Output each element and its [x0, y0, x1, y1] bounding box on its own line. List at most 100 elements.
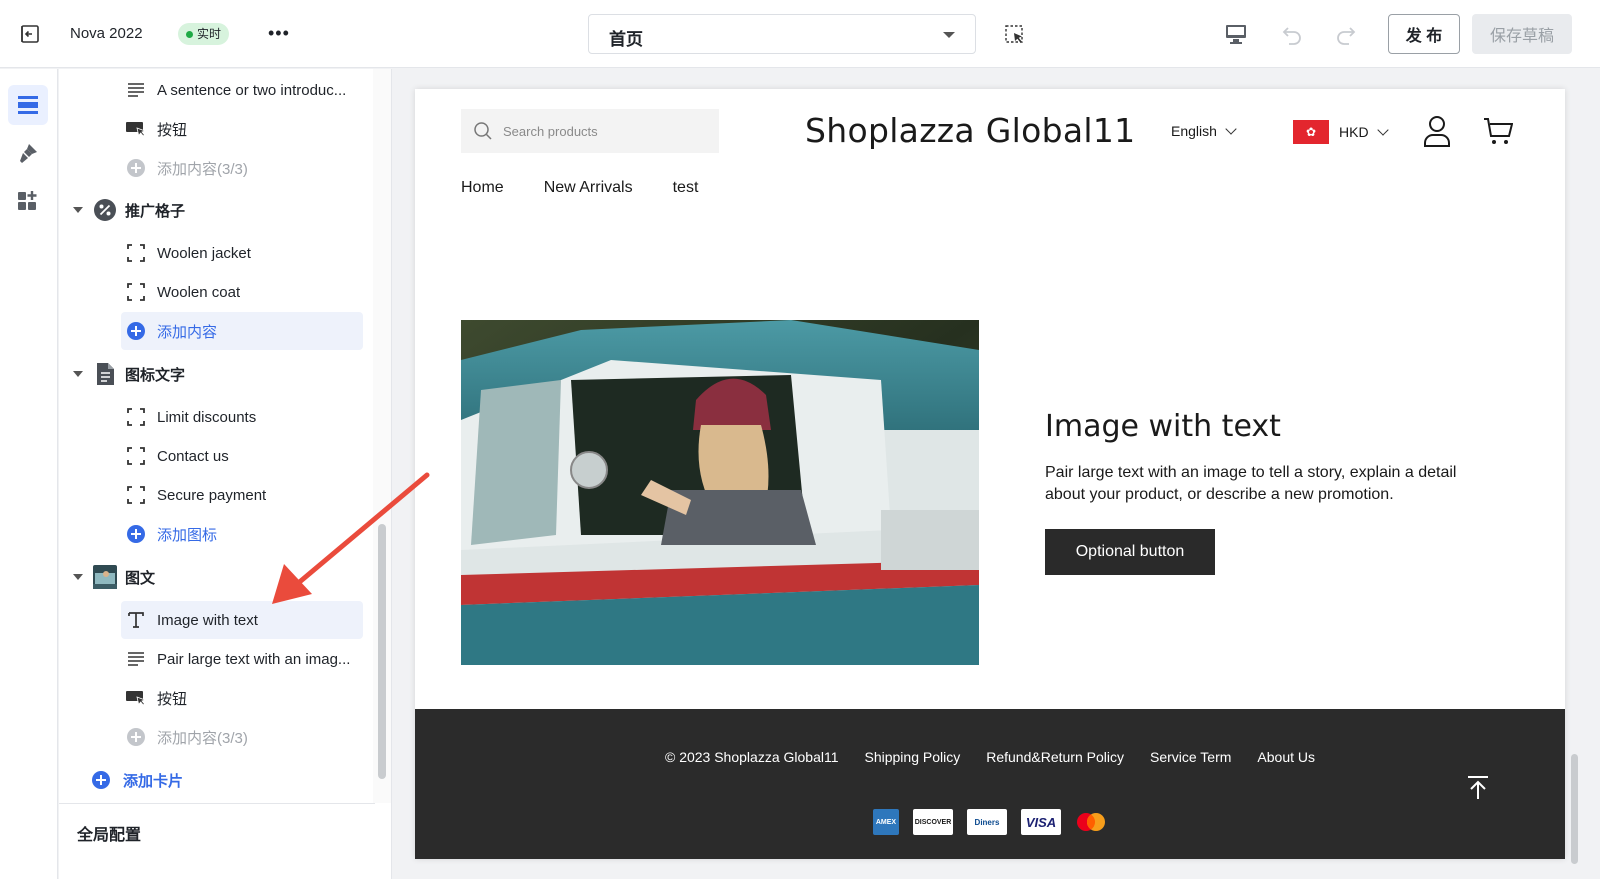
chevron-down-icon: [1376, 124, 1389, 136]
chevron-down-icon: [1225, 123, 1237, 135]
diners-club-icon: Diners: [967, 809, 1007, 835]
store-preview: Search products Shoplazza Global11 Engli…: [415, 89, 1565, 859]
sidebar-scrollbar[interactable]: [378, 524, 386, 779]
amex-icon: AMEX: [873, 809, 899, 835]
footer-link-service-term[interactable]: Service Term: [1150, 749, 1231, 765]
back-to-top-icon[interactable]: [1465, 775, 1491, 801]
block-limit-discounts[interactable]: Limit discounts: [121, 398, 363, 436]
visa-icon: VISA: [1021, 809, 1061, 835]
section-description[interactable]: Pair large text with an image to tell a …: [1045, 462, 1485, 506]
add-content-button[interactable]: 添加内容: [121, 312, 363, 350]
section-promo-grid[interactable]: 推广格子: [73, 191, 363, 229]
search-placeholder: Search products: [503, 123, 598, 139]
rail-apps[interactable]: [8, 181, 48, 221]
preview-canvas: Search products Shoplazza Global11 Engli…: [393, 69, 1600, 879]
rail-theme-settings[interactable]: [8, 133, 48, 173]
section-photo[interactable]: [461, 320, 979, 665]
paint-brush-icon: [20, 144, 37, 163]
add-circle-icon: [92, 771, 110, 789]
block-woolen-jacket[interactable]: Woolen jacket: [121, 234, 363, 272]
nav-home[interactable]: Home: [461, 179, 504, 197]
theme-name: Nova 2022: [70, 25, 143, 42]
page-selector-value: 首页: [609, 30, 643, 49]
add-circle-icon: [125, 320, 147, 342]
block-button-2[interactable]: 按钮: [121, 679, 363, 717]
apps-grid-icon: [18, 191, 37, 210]
block-frame-icon: [125, 406, 147, 428]
block-woolen-coat[interactable]: Woolen coat: [121, 273, 363, 311]
store-title[interactable]: Shoplazza Global11: [805, 111, 1135, 150]
canvas-scrollbar[interactable]: [1571, 754, 1578, 864]
collapse-caret-icon[interactable]: [73, 207, 83, 213]
block-text[interactable]: A sentence or two introduc...: [121, 71, 363, 109]
search-icon: [474, 122, 492, 140]
discover-icon: DISCOVER: [913, 809, 953, 835]
button-icon: [125, 118, 147, 140]
section-heading[interactable]: Image with text: [1045, 409, 1281, 444]
collapse-caret-icon[interactable]: [73, 574, 83, 580]
text-lines-icon: [125, 648, 147, 670]
footer-link-refund[interactable]: Refund&Return Policy: [986, 749, 1124, 765]
left-tool-rail: [0, 69, 58, 879]
undo-icon[interactable]: [1280, 22, 1304, 46]
button-icon: [125, 687, 147, 709]
exit-editor-icon[interactable]: [18, 22, 42, 46]
text-lines-icon: [125, 79, 147, 101]
language-selector[interactable]: English: [1171, 123, 1237, 139]
store-footer: © 2023 Shoplazza Global11 Shipping Polic…: [415, 709, 1565, 859]
percent-badge-icon: [93, 198, 117, 222]
add-card-button[interactable]: 添加卡片: [91, 761, 183, 799]
block-frame-icon: [125, 281, 147, 303]
save-draft-button[interactable]: 保存草稿: [1472, 14, 1572, 54]
redo-icon[interactable]: [1334, 22, 1358, 46]
section-image-text[interactable]: 图文: [73, 558, 363, 596]
hong-kong-flag-icon: ✿: [1293, 120, 1329, 144]
section-icon-text[interactable]: 图标文字: [73, 355, 363, 393]
global-config-link[interactable]: 全局配置: [77, 821, 141, 845]
live-dot-icon: [186, 30, 193, 38]
collapse-caret-icon[interactable]: [73, 371, 83, 377]
live-status-badge: 实时: [178, 23, 230, 45]
account-icon[interactable]: [1423, 115, 1451, 147]
rail-sections[interactable]: [8, 85, 48, 125]
footer-copyright: © 2023 Shoplazza Global11: [664, 749, 839, 765]
top-bar: Nova 2022 实时 ••• 首页 发 布 保存草稿: [0, 0, 1600, 68]
caret-down-icon: [943, 32, 955, 38]
image-thumb-icon: [93, 565, 117, 589]
nav-new-arrivals[interactable]: New Arrivals: [544, 179, 633, 197]
block-pair-large-text[interactable]: Pair large text with an imag...: [121, 640, 363, 678]
more-options-button[interactable]: •••: [268, 24, 290, 42]
element-select-icon[interactable]: [1004, 24, 1026, 46]
block-frame-icon: [125, 445, 147, 467]
sections-layout-icon: [18, 96, 38, 114]
add-content-disabled: 添加内容(3/3): [121, 149, 363, 187]
block-frame-icon: [125, 484, 147, 506]
cart-icon[interactable]: [1483, 116, 1513, 146]
footer-link-shipping[interactable]: Shipping Policy: [865, 749, 961, 765]
publish-button[interactable]: 发 布: [1388, 14, 1460, 54]
page-selector[interactable]: 首页: [588, 14, 976, 54]
block-contact-us[interactable]: Contact us: [121, 437, 363, 475]
block-frame-icon: [125, 242, 147, 264]
mastercard-icon: [1075, 809, 1107, 835]
desktop-device-icon[interactable]: [1224, 23, 1248, 45]
text-t-icon: [125, 609, 147, 631]
nav-test[interactable]: test: [673, 179, 699, 197]
currency-selector[interactable]: ✿ HKD: [1293, 120, 1389, 144]
footer-link-about-us[interactable]: About Us: [1257, 749, 1315, 765]
add-circle-icon: [125, 726, 147, 748]
block-secure-payment[interactable]: Secure payment: [121, 476, 363, 514]
payment-icons: AMEX DISCOVER Diners VISA: [415, 809, 1565, 835]
add-circle-icon: [125, 523, 147, 545]
add-circle-icon: [125, 157, 147, 179]
block-button[interactable]: 按钮: [121, 110, 363, 148]
optional-button[interactable]: Optional button: [1045, 529, 1215, 575]
store-search-box[interactable]: Search products: [461, 109, 719, 153]
footer-links: © 2023 Shoplazza Global11 Shipping Polic…: [415, 749, 1565, 765]
add-icon-button[interactable]: 添加图标: [121, 515, 363, 553]
document-icon: [93, 362, 117, 386]
block-image-with-text-heading[interactable]: Image with text: [121, 601, 363, 639]
add-content-disabled-2: 添加内容(3/3): [121, 718, 363, 756]
store-nav: Home New Arrivals test: [461, 179, 698, 197]
sections-sidebar: A sentence or two introduc... 按钮 添加内容(3/…: [59, 69, 392, 879]
